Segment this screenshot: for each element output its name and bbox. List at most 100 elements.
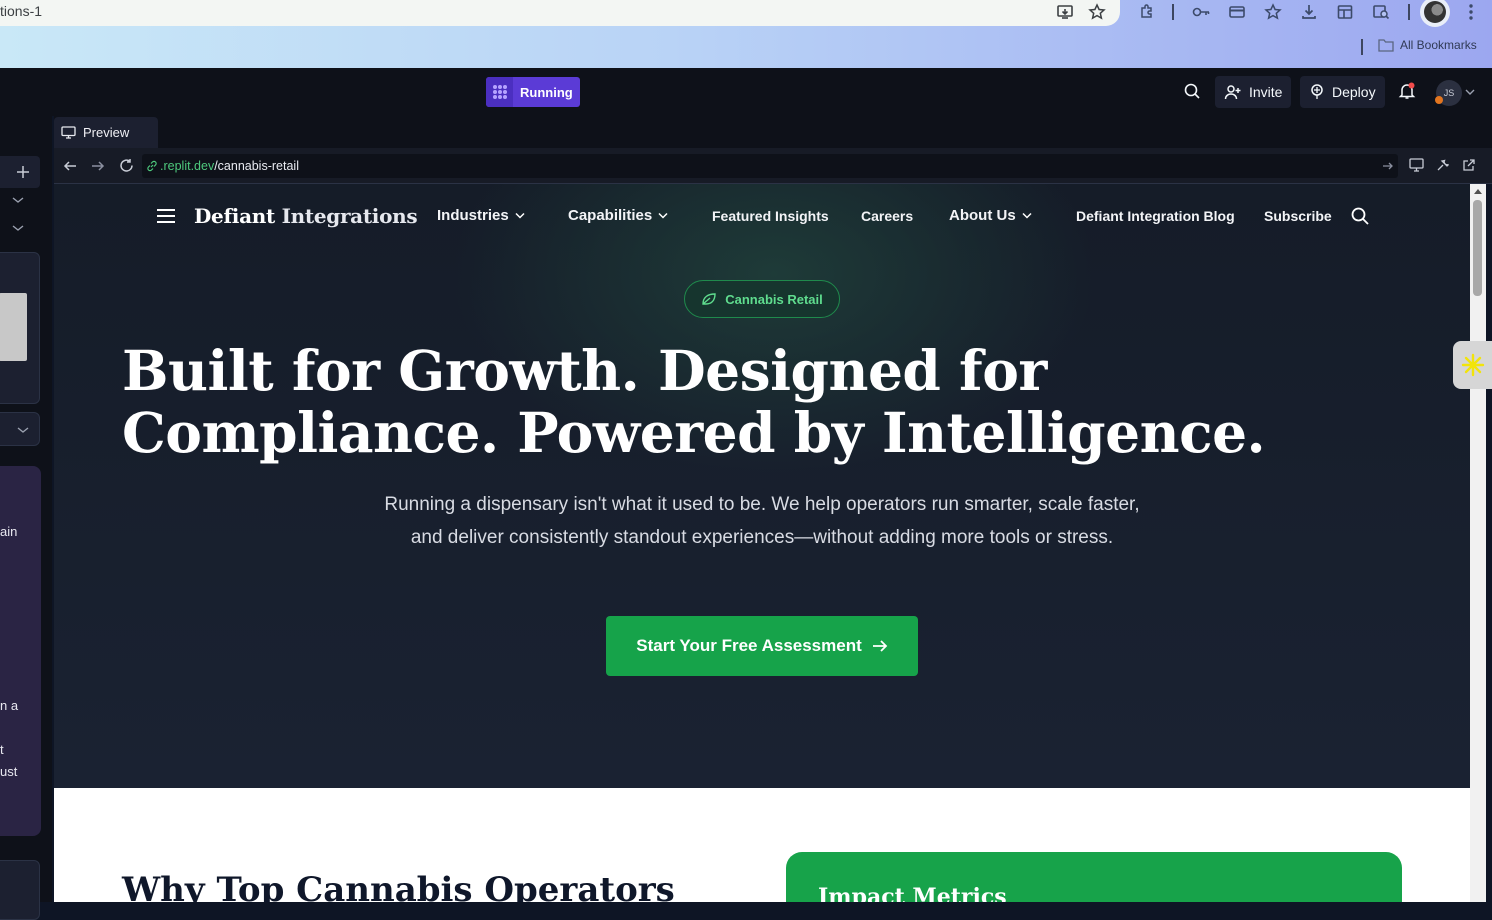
add-tab-button[interactable] (0, 156, 40, 188)
chevron-down-icon[interactable] (1465, 88, 1475, 96)
nav-about-us-label: About Us (949, 207, 1016, 224)
preview-tab-bar (54, 116, 1492, 148)
nav-industries[interactable]: Industries (437, 207, 525, 224)
avatar-status-dot (1435, 96, 1443, 104)
folder-icon (1378, 39, 1394, 52)
preview-url-input[interactable]: .replit.dev/cannabis-retail (142, 154, 1398, 178)
nav-capabilities[interactable]: Capabilities (568, 207, 668, 224)
industry-badge: Cannabis Retail (684, 280, 840, 318)
chevron-down-icon[interactable] (12, 224, 24, 232)
nav-blog[interactable]: Defiant Integration Blog (1076, 208, 1235, 224)
invite-label: Invite (1249, 84, 1283, 100)
back-arrow-icon[interactable] (63, 159, 77, 173)
device-preview-icon[interactable] (1409, 158, 1424, 172)
invite-button[interactable]: Invite (1215, 76, 1292, 108)
replit-logo-icon (486, 77, 513, 107)
impact-metrics-heading: Impact Metrics (818, 884, 1007, 902)
profile-avatar[interactable] (1420, 0, 1450, 27)
nav-careers[interactable]: Careers (861, 208, 913, 224)
collapse-section[interactable] (0, 412, 40, 446)
nav-careers-label: Careers (861, 208, 914, 224)
hero-headline-line-1: Built for Growth. Designed for (122, 338, 1047, 403)
chevron-down-icon (515, 212, 525, 219)
notifications-bell-icon[interactable] (1398, 82, 1416, 100)
address-bar[interactable]: tions-1 (0, 0, 1120, 26)
scroll-up-icon[interactable] (1474, 188, 1482, 194)
download-icon[interactable] (1298, 1, 1320, 23)
toolbar-divider (1408, 4, 1410, 20)
bookmark-star-icon[interactable] (1086, 1, 1108, 23)
payment-card-icon[interactable] (1226, 1, 1248, 23)
hero-headline-line-2: Compliance. Powered by Intelligence. (122, 400, 1266, 465)
add-user-icon (1224, 85, 1241, 100)
devtools-wrench-icon[interactable] (1436, 158, 1450, 172)
bookmarks-divider (1361, 39, 1363, 55)
nav-industries-label: Industries (437, 207, 509, 224)
link-icon (147, 160, 157, 172)
deploy-icon (1311, 84, 1323, 99)
chat-text-fragment: ain (0, 524, 18, 539)
preview-tab-label: Preview (83, 125, 130, 140)
run-status-label: Running (520, 84, 573, 100)
bookmark-manager-icon[interactable] (1262, 1, 1284, 23)
password-key-icon[interactable] (1190, 1, 1212, 23)
free-assessment-button[interactable]: Start Your Free Assessment (606, 616, 918, 676)
chat-text-fragment: ust (0, 764, 18, 779)
user-initials: JS (1443, 88, 1455, 98)
leaf-icon (702, 293, 716, 305)
site-logo[interactable]: Defiant Integrations (194, 204, 418, 228)
left-panel: ain n a t ust (0, 116, 52, 920)
extensions-icon[interactable] (1136, 1, 1158, 23)
toolbar-divider (1172, 4, 1174, 20)
deploy-label: Deploy (1332, 84, 1376, 100)
free-assessment-label: Start Your Free Assessment (636, 636, 862, 655)
agent-chat-panel: ain n a t ust (0, 466, 41, 836)
why-heading: Why Top Cannabis Operators (122, 870, 675, 902)
search-tabs-icon[interactable] (1370, 1, 1392, 23)
search-icon[interactable] (1183, 82, 1201, 100)
nav-featured-insights[interactable]: Featured Insights (712, 208, 829, 224)
hero-headline: Built for Growth. Designed for Complianc… (122, 340, 1422, 464)
input-card[interactable] (0, 860, 40, 920)
arrow-right-icon (872, 640, 888, 652)
industry-badge-label: Cannabis Retail (725, 291, 823, 307)
nav-about-us[interactable]: About Us (949, 207, 1032, 224)
install-app-icon[interactable] (1054, 1, 1076, 23)
chevron-down-icon[interactable] (12, 196, 24, 204)
chevron-down-icon (658, 212, 668, 219)
brand-name-rest: Integrations (281, 204, 418, 228)
preview-tab[interactable]: Preview (54, 117, 158, 148)
go-arrow-icon[interactable] (1382, 160, 1394, 172)
run-status-button[interactable]: Running (486, 77, 580, 107)
monitor-icon (61, 126, 76, 139)
hero-section: Defiant Integrations Industries Capabili… (54, 184, 1470, 788)
all-bookmarks-label: All Bookmarks (1400, 38, 1477, 52)
chat-text-fragment: t (0, 742, 4, 757)
address-bar-text: tions-1 (0, 3, 43, 19)
nav-capabilities-label: Capabilities (568, 207, 653, 224)
tab-layout-icon[interactable] (1334, 1, 1356, 23)
file-thumbnail (0, 293, 27, 361)
nav-subscribe-label: Subscribe (1264, 208, 1332, 224)
assistant-launcher-button[interactable] (1453, 341, 1492, 389)
reload-icon[interactable] (119, 158, 134, 173)
deploy-button[interactable]: Deploy (1300, 76, 1385, 108)
nav-subscribe[interactable]: Subscribe (1264, 208, 1332, 224)
all-bookmarks-button[interactable]: All Bookmarks (1378, 38, 1477, 52)
site-viewport: Defiant Integrations Industries Capabili… (54, 184, 1470, 902)
chat-text-fragment: n a (0, 698, 19, 713)
scrollbar-thumb[interactable] (1473, 200, 1482, 296)
site-nav: Defiant Integrations Industries Capabili… (54, 184, 1470, 248)
chrome-menu-icon[interactable] (1460, 1, 1482, 23)
open-new-tab-icon[interactable] (1462, 158, 1476, 172)
browser-chrome: tions-1 All Bookmarks (0, 0, 1492, 68)
sparkle-icon (1461, 353, 1484, 377)
url-path: /cannabis-retail (214, 159, 299, 173)
brand-name-bold: Defiant (194, 204, 275, 228)
forward-arrow-icon[interactable] (91, 159, 105, 173)
site-search-icon[interactable] (1351, 207, 1369, 225)
file-card[interactable] (0, 252, 40, 404)
chevron-down-icon (1022, 212, 1032, 219)
nav-blog-label: Defiant Integration Blog (1076, 208, 1235, 224)
hamburger-menu-icon[interactable] (157, 209, 175, 223)
